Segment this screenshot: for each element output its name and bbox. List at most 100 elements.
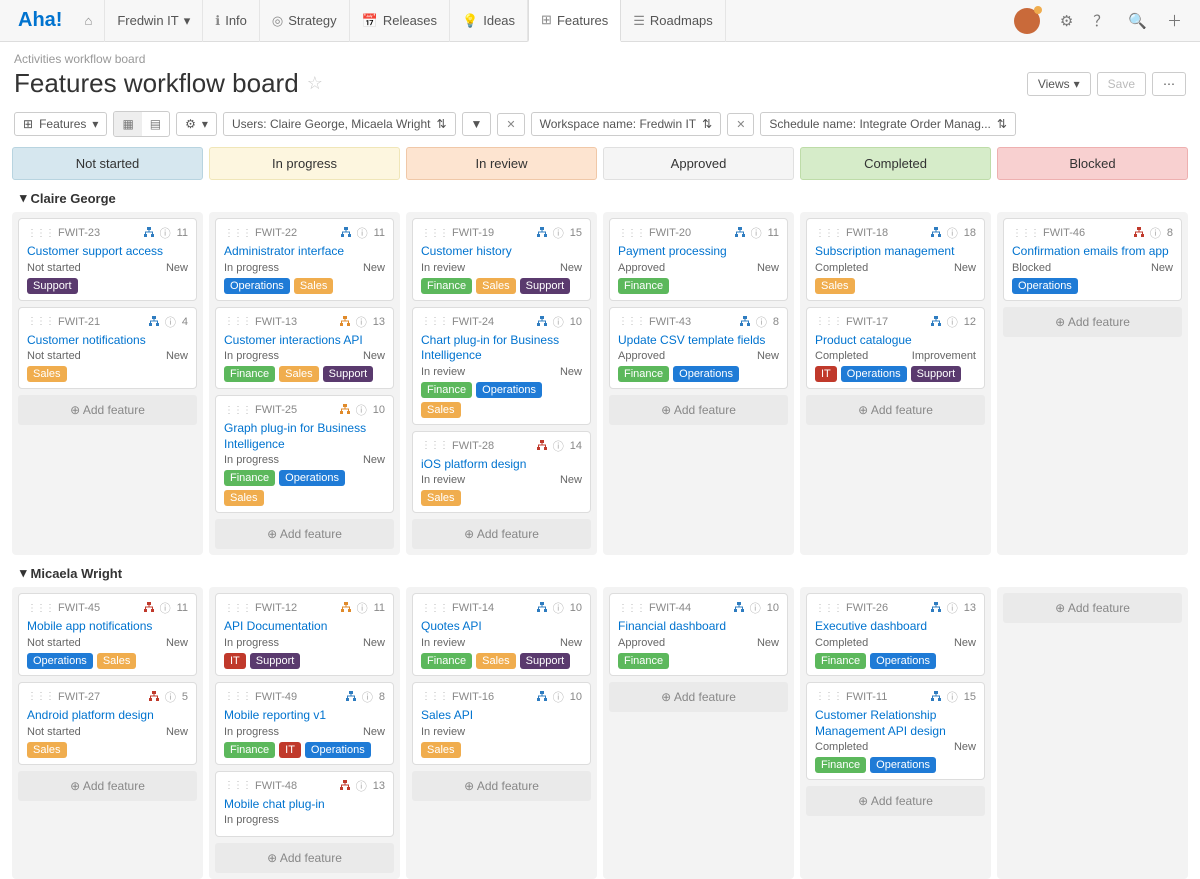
feature-card[interactable]: ⋮⋮⋮FWIT-27ⓘ5Android platform designNot s… [18,682,197,765]
card-title[interactable]: Customer history [421,244,582,260]
card-title[interactable]: Update CSV template fields [618,333,779,349]
card-title[interactable]: Customer Relationship Management API des… [815,708,976,739]
column-header[interactable]: Blocked [997,147,1188,180]
help-icon[interactable]: ？ [1083,10,1118,31]
card-title[interactable]: Mobile app notifications [27,619,188,635]
tag[interactable]: Finance [618,278,669,294]
drag-icon[interactable]: ⋮⋮⋮ [224,780,251,791]
info-icon[interactable]: ⓘ [947,314,958,330]
tag[interactable]: Finance [421,382,472,398]
tag[interactable]: Finance [224,742,275,758]
hierarchy-icon[interactable] [734,602,744,614]
tag[interactable]: Operations [841,366,907,382]
info-icon[interactable]: ⓘ [1150,225,1161,241]
feature-card[interactable]: ⋮⋮⋮FWIT-18ⓘ18Subscription managementComp… [806,218,985,301]
more-button[interactable]: ⋯ [1152,72,1186,96]
tag[interactable]: IT [279,742,301,758]
info-icon[interactable]: ⓘ [553,225,564,241]
feature-card[interactable]: ⋮⋮⋮FWIT-17ⓘ12Product catalogueCompletedI… [806,307,985,390]
feature-card[interactable]: ⋮⋮⋮FWIT-25ⓘ10Graph plug-in for Business … [215,395,394,513]
tag[interactable]: Sales [27,742,67,758]
card-title[interactable]: Chart plug-in for Business Intelligence [421,333,582,364]
card-title[interactable]: API Documentation [224,619,385,635]
tag[interactable]: Sales [224,490,264,506]
tag[interactable]: Operations [224,278,290,294]
tag[interactable]: Finance [618,366,669,382]
feature-card[interactable]: ⋮⋮⋮FWIT-24ⓘ10Chart plug-in for Business … [412,307,591,425]
tag[interactable]: Finance [815,653,866,669]
drag-icon[interactable]: ⋮⋮⋮ [421,440,448,451]
info-icon[interactable]: ⓘ [947,600,958,616]
feature-card[interactable]: ⋮⋮⋮FWIT-44ⓘ10Financial dashboardApproved… [609,593,788,676]
feature-card[interactable]: ⋮⋮⋮FWIT-14ⓘ10Quotes APIIn reviewNewFinan… [412,593,591,676]
info-icon[interactable]: ⓘ [750,600,761,616]
add-feature-button[interactable]: ⊕ Add feature [806,395,985,425]
card-title[interactable]: Administrator interface [224,244,385,260]
tag[interactable]: Operations [870,757,936,773]
drag-icon[interactable]: ⋮⋮⋮ [421,691,448,702]
drag-icon[interactable]: ⋮⋮⋮ [224,691,251,702]
tag[interactable]: Finance [421,278,472,294]
settings-dropdown[interactable]: ⚙▾ [176,112,217,136]
feature-card[interactable]: ⋮⋮⋮FWIT-45ⓘ11Mobile app notificationsNot… [18,593,197,676]
home-nav[interactable]: ⌂ [72,0,105,42]
drag-icon[interactable]: ⋮⋮⋮ [224,228,251,239]
tag[interactable]: Sales [279,366,319,382]
column-header[interactable]: Completed [800,147,991,180]
card-title[interactable]: Payment processing [618,244,779,260]
drag-icon[interactable]: ⋮⋮⋮ [815,603,842,614]
filter-workspace[interactable]: Workspace name: Fredwin IT⇅ [531,112,722,136]
info-icon[interactable]: ⓘ [553,314,564,330]
tag[interactable]: Sales [27,366,67,382]
hierarchy-icon[interactable] [341,227,351,239]
nav-info[interactable]: ℹInfo [203,0,260,42]
feature-card[interactable]: ⋮⋮⋮FWIT-48ⓘ13Mobile chat plug-inIn progr… [215,771,394,838]
tag[interactable]: Support [520,278,571,294]
swimlane-header[interactable]: ▾ Claire George [6,180,1194,212]
tag[interactable]: Finance [815,757,866,773]
column-header[interactable]: In review [406,147,597,180]
tag[interactable]: Finance [618,653,669,669]
info-icon[interactable]: ⓘ [165,314,176,330]
filter-users[interactable]: Users: Claire George, Micaela Wright⇅ [223,112,456,136]
add-feature-button[interactable]: ⊕ Add feature [18,395,197,425]
feature-card[interactable]: ⋮⋮⋮FWIT-43ⓘ8Update CSV template fieldsAp… [609,307,788,390]
card-title[interactable]: iOS platform design [421,457,582,473]
add-feature-button[interactable]: ⊕ Add feature [18,771,197,801]
drag-icon[interactable]: ⋮⋮⋮ [815,691,842,702]
drag-icon[interactable]: ⋮⋮⋮ [224,316,251,327]
filter-schedule[interactable]: Schedule name: Integrate Order Manag...⇅ [760,112,1016,136]
nav-features[interactable]: ⊞Features [528,0,621,42]
clear-schedule-filter[interactable]: ✕ [727,113,754,136]
feature-card[interactable]: ⋮⋮⋮FWIT-11ⓘ15Customer Relationship Manag… [806,682,985,780]
filter-icon-button[interactable]: ▼ [462,112,492,136]
tag[interactable]: Operations [27,653,93,669]
nav-ideas[interactable]: 💡Ideas [450,0,528,42]
drag-icon[interactable]: ⋮⋮⋮ [27,228,54,239]
hierarchy-icon[interactable] [537,691,547,703]
swimlane-header[interactable]: ▾ Micaela Wright [6,555,1194,587]
save-button[interactable]: Save [1097,72,1146,96]
tag[interactable]: Sales [476,278,516,294]
hierarchy-icon[interactable] [735,227,745,239]
gear-icon[interactable]: ⚙ [1050,12,1083,30]
info-icon[interactable]: ⓘ [362,689,373,705]
feature-card[interactable]: ⋮⋮⋮FWIT-21ⓘ4Customer notificationsNot st… [18,307,197,390]
info-icon[interactable]: ⓘ [751,225,762,241]
hierarchy-icon[interactable] [340,780,350,792]
hierarchy-icon[interactable] [346,691,356,703]
info-icon[interactable]: ⓘ [357,600,368,616]
feature-card[interactable]: ⋮⋮⋮FWIT-13ⓘ13Customer interactions APIIn… [215,307,394,390]
card-title[interactable]: Graph plug-in for Business Intelligence [224,421,385,452]
views-button[interactable]: Views ▾ [1027,72,1091,96]
hierarchy-icon[interactable] [931,691,941,703]
drag-icon[interactable]: ⋮⋮⋮ [224,603,251,614]
column-header[interactable]: Approved [603,147,794,180]
tag[interactable]: Support [323,366,374,382]
hierarchy-icon[interactable] [537,316,547,328]
search-icon[interactable]: 🔍 [1118,12,1157,30]
feature-card[interactable]: ⋮⋮⋮FWIT-46ⓘ8Confirmation emails from app… [1003,218,1182,301]
add-feature-button[interactable]: ⊕ Add feature [412,771,591,801]
card-title[interactable]: Product catalogue [815,333,976,349]
tag[interactable]: Sales [815,278,855,294]
